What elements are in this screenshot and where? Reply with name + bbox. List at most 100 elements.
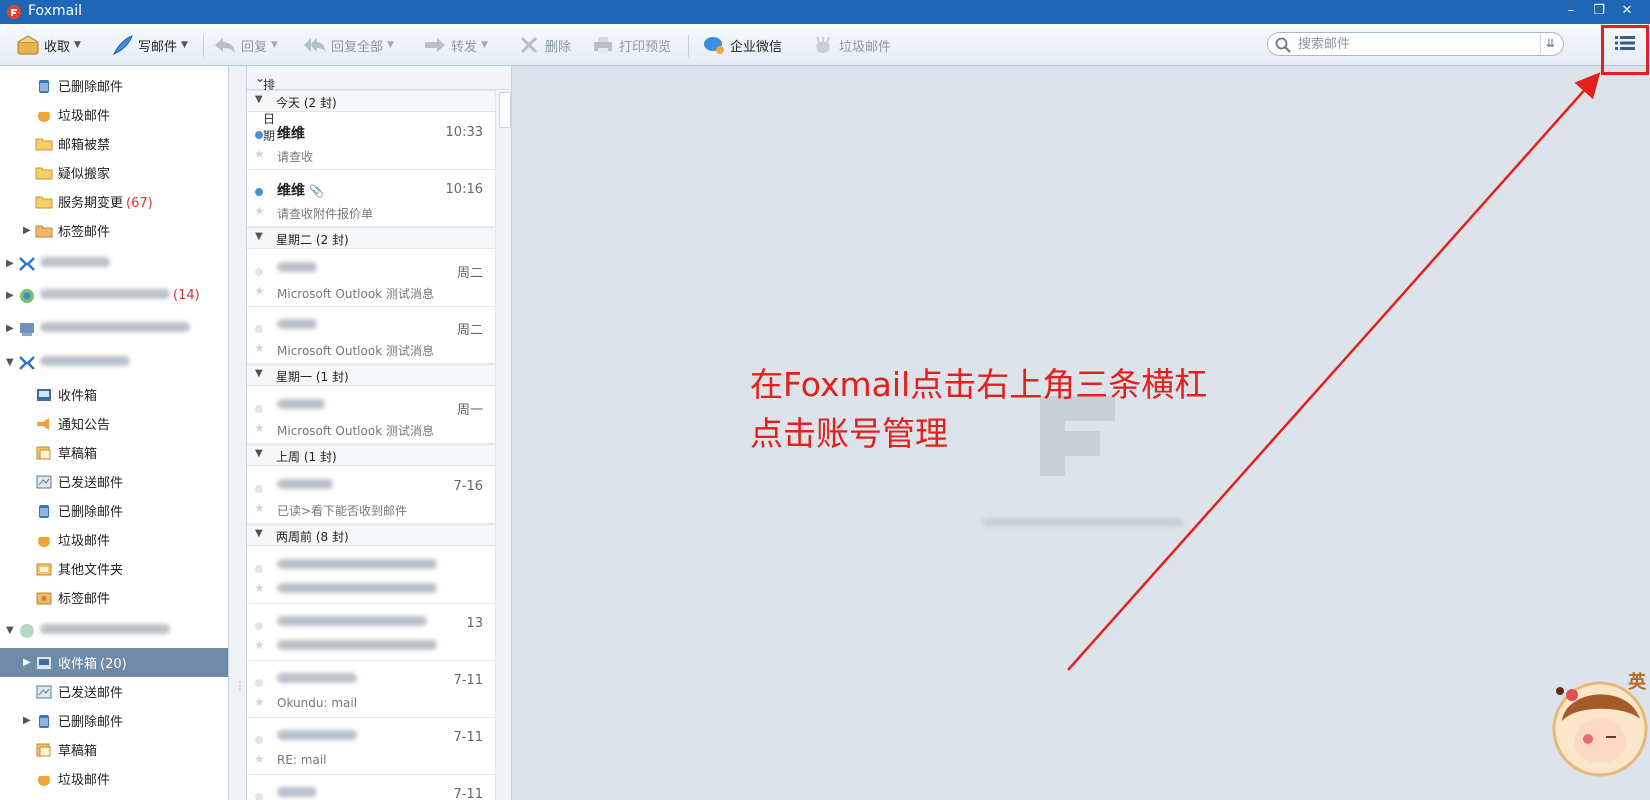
- search-box[interactable]: ⇊: [1267, 32, 1564, 56]
- print-preview-button[interactable]: 打印预览: [591, 32, 671, 58]
- account-row[interactable]: ▶: [0, 249, 228, 278]
- collapse-arrow-icon[interactable]: ▼: [255, 368, 263, 379]
- read-dot-icon[interactable]: [255, 405, 263, 413]
- folder-item[interactable]: 服务期变更 (67): [0, 187, 228, 216]
- mail-item[interactable]: 维维 10:33 ★ 请查收: [247, 113, 495, 170]
- star-icon[interactable]: ★: [254, 752, 265, 766]
- expand-arrow-icon[interactable]: ▶: [23, 225, 31, 236]
- folder-item-selected[interactable]: ▶ 收件箱 (20): [0, 648, 228, 677]
- restore-button[interactable]: ❐: [1588, 2, 1610, 20]
- unread-dot-icon[interactable]: [255, 188, 263, 196]
- date-group-header[interactable]: ▼ 两周前 (8 封): [247, 524, 495, 546]
- collapse-arrow-icon[interactable]: ▼: [6, 357, 14, 368]
- expand-arrow-icon[interactable]: ▶: [6, 323, 14, 334]
- folder-item[interactable]: 其他文件夹: [0, 554, 228, 583]
- compose-button[interactable]: 写邮件 ▼: [110, 32, 188, 58]
- mail-item[interactable]: 周二 ★ Microsoft Outlook 测试消息: [247, 250, 495, 307]
- read-dot-icon[interactable]: [255, 622, 263, 630]
- folder-item[interactable]: 草稿箱: [0, 438, 228, 467]
- chevron-down-icon[interactable]: ▼: [74, 40, 81, 50]
- receive-button[interactable]: 收取 ▼: [16, 32, 81, 58]
- account-row[interactable]: ▶: [0, 314, 228, 343]
- forward-button[interactable]: 转发 ▼: [423, 32, 488, 58]
- folder-item[interactable]: ▶ 已删除邮件: [0, 706, 228, 735]
- mail-item[interactable]: 13 ★: [247, 604, 495, 661]
- chevron-down-icon[interactable]: ▼: [481, 40, 488, 50]
- ime-mascot-icon[interactable]: 英: [1548, 663, 1650, 800]
- star-icon[interactable]: ★: [254, 204, 265, 218]
- star-icon[interactable]: ★: [254, 421, 265, 435]
- expand-arrow-icon[interactable]: ▶: [6, 258, 14, 269]
- collapse-arrow-icon[interactable]: ▼: [255, 528, 263, 539]
- search-input[interactable]: [1298, 35, 1526, 53]
- folder-item[interactable]: 垃圾邮件: [0, 100, 228, 129]
- folder-item[interactable]: 已发送邮件: [0, 467, 228, 496]
- read-dot-icon[interactable]: [255, 268, 263, 276]
- delete-button[interactable]: 删除: [517, 32, 571, 58]
- folder-item[interactable]: 标签邮件: [0, 583, 228, 612]
- account-row[interactable]: ▼: [0, 616, 228, 645]
- mail-item[interactable]: 7-11 ★ RE: mail: [247, 718, 495, 775]
- date-group-header[interactable]: ▼ 星期二 (2 封): [247, 227, 495, 249]
- mail-item[interactable]: 维维 📎 10:16 ★ 请查收附件报价单: [247, 170, 495, 227]
- folder-item[interactable]: 疑似搬家: [0, 158, 228, 187]
- reply-button[interactable]: 回复 ▼: [213, 32, 278, 58]
- folder-item[interactable]: 已发送邮件: [0, 677, 228, 706]
- mail-item[interactable]: 7-11 ★: [247, 775, 495, 800]
- star-icon[interactable]: ★: [254, 284, 265, 298]
- chevron-down-icon[interactable]: ▼: [271, 40, 278, 50]
- expand-arrow-icon[interactable]: ▶: [23, 715, 31, 726]
- collapse-arrow-icon[interactable]: ▼: [255, 448, 263, 459]
- sort-bar[interactable]: 排序:日期 ⌄: [247, 66, 511, 143]
- minimize-button[interactable]: –: [1560, 2, 1582, 20]
- star-icon[interactable]: ★: [254, 695, 265, 709]
- folder-item[interactable]: 通知公告: [0, 409, 228, 438]
- folder-item[interactable]: 收件箱: [0, 380, 228, 409]
- star-icon[interactable]: ★: [254, 638, 265, 652]
- collapse-arrow-icon[interactable]: ▼: [6, 625, 14, 636]
- star-icon[interactable]: ★: [254, 581, 265, 595]
- splitter-grip-icon[interactable]: ⋮: [235, 681, 245, 692]
- star-icon[interactable]: ★: [254, 341, 265, 355]
- folder-item[interactable]: 已删除邮件: [0, 71, 228, 100]
- mail-list-scrollbar[interactable]: [495, 90, 511, 800]
- read-dot-icon[interactable]: [255, 485, 263, 493]
- chevron-down-icon[interactable]: ▼: [181, 40, 188, 50]
- collapse-arrow-icon[interactable]: ▼: [255, 94, 263, 105]
- folder-item[interactable]: 草稿箱: [0, 735, 228, 764]
- sort-label[interactable]: 排序:日期 ⌄: [255, 71, 279, 143]
- star-icon[interactable]: ★: [254, 147, 265, 161]
- date-group-header[interactable]: ▼ 星期一 (1 封): [247, 364, 495, 386]
- account-row[interactable]: ▼: [0, 348, 228, 377]
- read-dot-icon[interactable]: [255, 736, 263, 744]
- unread-dot-icon[interactable]: [255, 131, 263, 139]
- mail-item[interactable]: 周一 ★ Microsoft Outlook 测试消息: [247, 387, 495, 444]
- mail-item[interactable]: 7-11 ★ Okundu: mail: [247, 661, 495, 718]
- chevron-down-icon[interactable]: ▼: [387, 40, 394, 50]
- read-dot-icon[interactable]: [255, 679, 263, 687]
- star-icon[interactable]: ★: [254, 501, 265, 515]
- read-dot-icon[interactable]: [255, 565, 263, 573]
- date-group-header[interactable]: ▼ 今天 (2 封): [247, 90, 495, 112]
- search-options-icon[interactable]: ⇊: [1540, 35, 1560, 53]
- account-row[interactable]: ▶ (14): [0, 281, 228, 310]
- read-dot-icon[interactable]: [255, 325, 263, 333]
- folder-item[interactable]: 已删除邮件: [0, 496, 228, 525]
- pane-splitter[interactable]: ⋮: [229, 66, 246, 800]
- collapse-arrow-icon[interactable]: ▼: [255, 231, 263, 242]
- mail-item[interactable]: 7-16 ★ 已读>看下能否收到邮件: [247, 467, 495, 524]
- spam-button[interactable]: 垃圾邮件: [811, 32, 891, 58]
- folder-item[interactable]: 垃圾邮件: [0, 525, 228, 554]
- date-group-header[interactable]: ▼ 上周 (1 封): [247, 444, 495, 466]
- expand-arrow-icon[interactable]: ▶: [23, 657, 31, 668]
- mail-item[interactable]: ★: [247, 547, 495, 604]
- read-dot-icon[interactable]: [255, 793, 263, 800]
- folder-item[interactable]: 垃圾邮件: [0, 764, 228, 793]
- mail-item[interactable]: 周二 ★ Microsoft Outlook 测试消息: [247, 307, 495, 364]
- expand-arrow-icon[interactable]: ▶: [6, 290, 14, 301]
- folder-item[interactable]: 邮箱被禁: [0, 129, 228, 158]
- reply-all-button[interactable]: 回复全部 ▼: [303, 32, 394, 58]
- scrollbar-thumb[interactable]: [499, 92, 511, 128]
- wecom-button[interactable]: 企业微信: [702, 32, 782, 58]
- close-button[interactable]: ✕: [1616, 2, 1638, 20]
